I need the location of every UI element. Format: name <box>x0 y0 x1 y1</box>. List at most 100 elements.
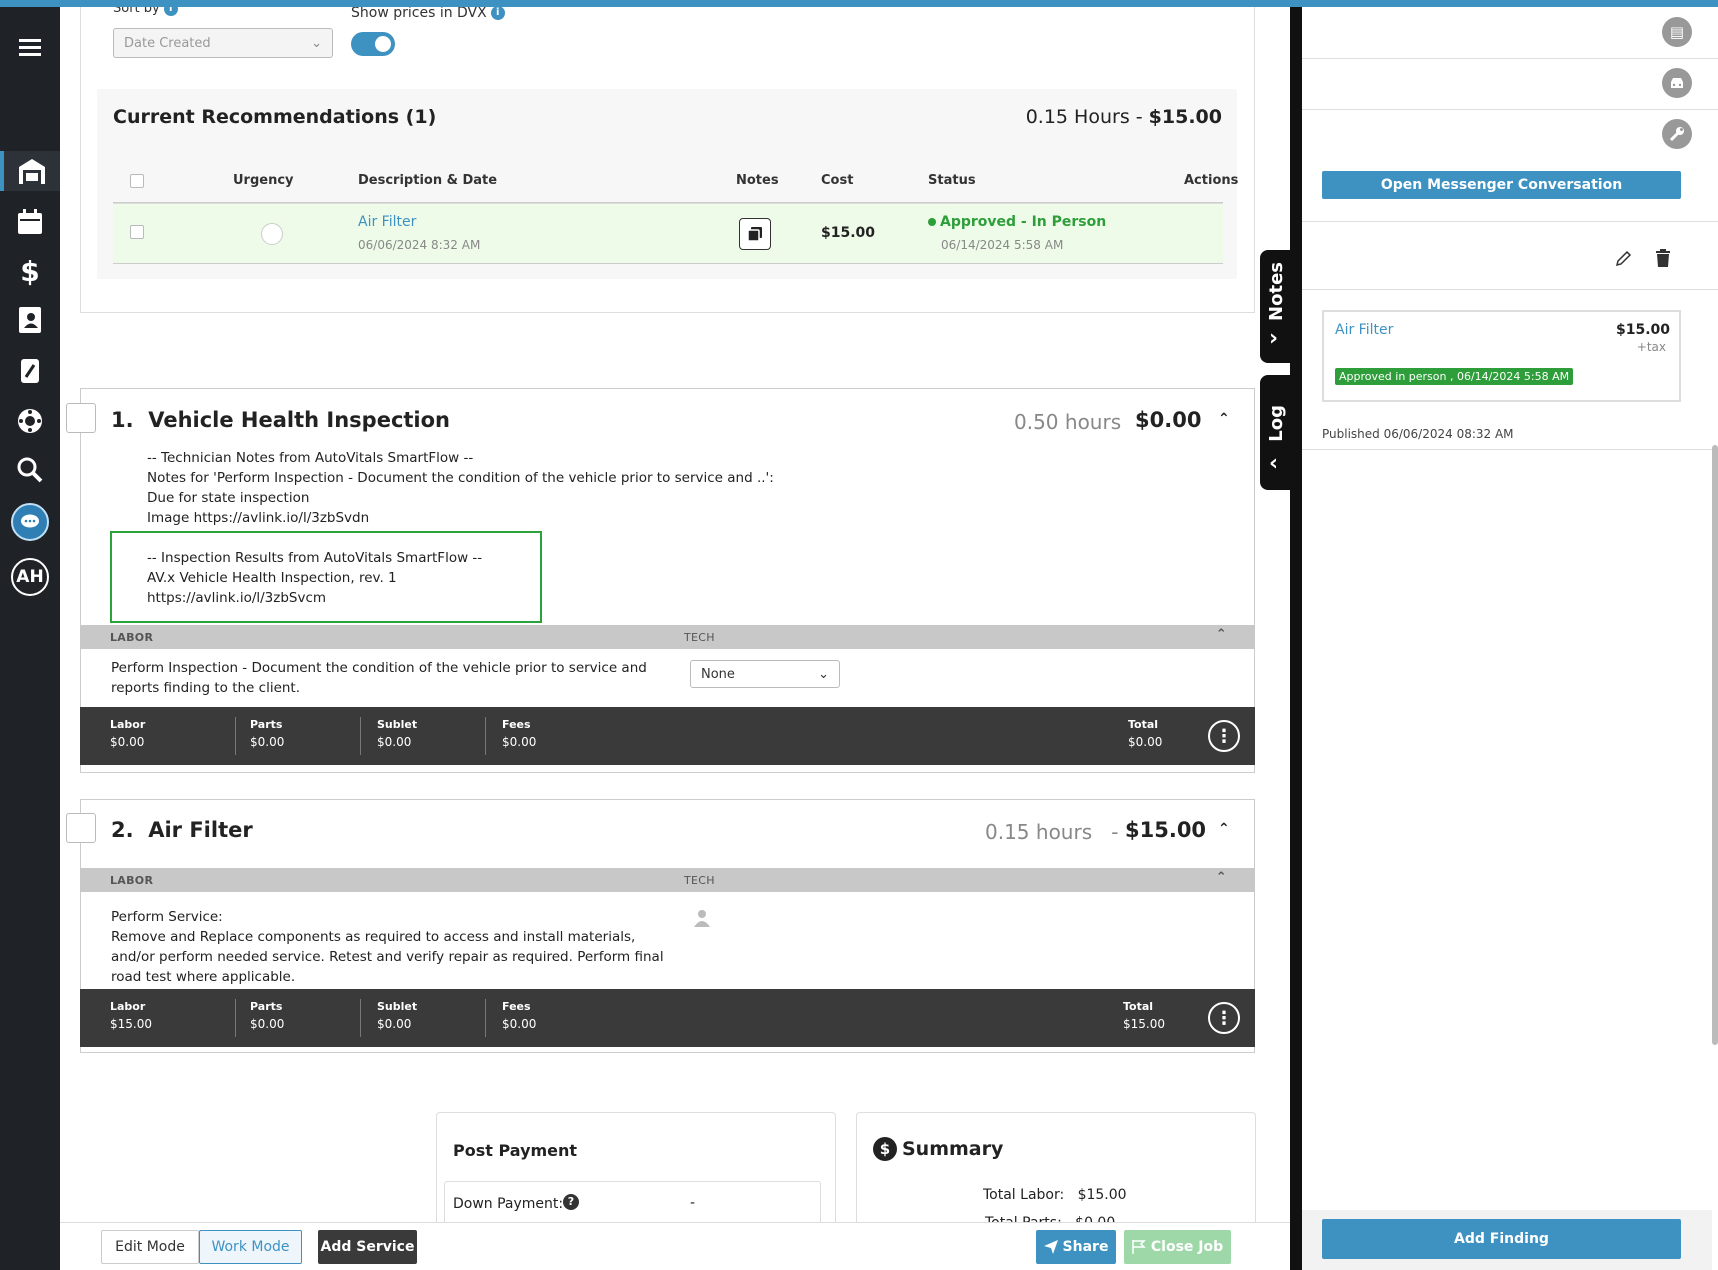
sort-by-value: Date Created <box>124 35 211 51</box>
recommendation-date: 06/06/2024 8:32 AM <box>358 238 481 252</box>
technician-notes: -- Technician Notes from AutoVitals Smar… <box>147 450 774 526</box>
wrench-icon[interactable] <box>1662 119 1692 149</box>
post-payment-title: Post Payment <box>453 1141 578 1160</box>
more-options-icon[interactable]: ⋮ <box>1208 1002 1240 1034</box>
status-date: 06/14/2024 5:58 AM <box>941 238 1064 252</box>
log-tab[interactable]: Log ‹ <box>1260 375 1292 490</box>
add-service-button[interactable]: Add Service <box>318 1230 417 1264</box>
tools-icon[interactable] <box>0 351 60 391</box>
finding-tax: +tax <box>1636 340 1666 354</box>
collapse-labor-icon[interactable]: ⌃ <box>1216 870 1227 885</box>
labor-header: LABOR TECH ⌃ <box>80 868 1255 892</box>
published-date: Published 06/06/2024 08:32 AM <box>1322 427 1514 441</box>
chat-icon <box>11 503 49 541</box>
collapse-labor-icon[interactable]: ⌃ <box>1216 627 1227 642</box>
calendar-icon[interactable] <box>0 202 60 242</box>
dvx-label: Show prices in DVX i <box>351 7 505 21</box>
trash-icon[interactable] <box>1655 249 1671 271</box>
garage-icon[interactable] <box>0 151 60 191</box>
service-2-checkbox[interactable] <box>66 813 96 843</box>
table-row: Air Filter 06/06/2024 8:32 AM $15.00 App… <box>113 203 1223 264</box>
help-icon[interactable]: ? <box>563 1194 579 1210</box>
sort-by-label: Sort by i <box>113 7 178 16</box>
col-urgency: Urgency <box>233 173 294 188</box>
labor-description: Perform Inspection - Document the condit… <box>111 660 647 696</box>
col-notes: Notes <box>736 173 779 188</box>
col-actions: Actions <box>1184 173 1239 188</box>
recommendations-table-header: Urgency Description & Date Notes Cost St… <box>113 155 1238 203</box>
service-1-amount: $0.00 <box>1135 408 1202 432</box>
tech-select[interactable]: None ⌄ <box>690 660 840 688</box>
share-button[interactable]: Share <box>1036 1230 1116 1264</box>
inspection-results-box: -- Inspection Results from AutoVitals Sm… <box>110 531 542 623</box>
divider <box>1302 109 1718 110</box>
finding-price: $15.00 <box>1615 322 1670 338</box>
row-checkbox[interactable] <box>130 225 144 239</box>
sort-by-select[interactable]: Date Created ⌄ <box>113 28 333 58</box>
top-accent-bar <box>0 0 1718 7</box>
chevron-up-icon[interactable]: ⌃ <box>1218 821 1230 837</box>
divider <box>1302 449 1718 450</box>
info-icon: i <box>163 7 178 16</box>
flag-icon <box>1132 1240 1146 1254</box>
notes-tab[interactable]: Notes › <box>1260 250 1292 363</box>
edit-mode-button[interactable]: Edit Mode <box>101 1230 199 1264</box>
avatar: AH <box>11 558 49 596</box>
divider <box>1302 58 1718 59</box>
col-status: Status <box>928 173 976 188</box>
chevron-left-icon: ‹ <box>1269 451 1279 476</box>
paper-plane-icon <box>1043 1240 1058 1254</box>
service-1-checkbox[interactable] <box>66 403 96 433</box>
service-2-amount: $15.00 <box>1125 818 1207 842</box>
select-all-checkbox[interactable] <box>130 174 144 188</box>
add-finding-button[interactable]: Add Finding <box>1322 1219 1681 1259</box>
recommendations-summary: 0.15 Hours - $15.00 <box>1025 106 1222 128</box>
summary-heading: $ Summary <box>873 1137 1003 1161</box>
notes-button[interactable] <box>739 218 771 250</box>
scrollbar[interactable] <box>1712 445 1718 1045</box>
search-icon[interactable] <box>0 450 60 490</box>
service-1-title: 1. Vehicle Health Inspection <box>111 408 451 432</box>
more-options-icon[interactable]: ⋮ <box>1208 720 1240 752</box>
down-payment-label: Down Payment: <box>453 1196 564 1212</box>
status-badge: Approved - In Person <box>928 214 1106 230</box>
chevron-down-icon: ⌄ <box>818 666 829 682</box>
recommendations-title: Current Recommendations (1) <box>113 106 437 128</box>
divider <box>1302 221 1718 222</box>
recommendation-name-link[interactable]: Air Filter <box>358 214 416 230</box>
contact-card-icon[interactable]: ▤ <box>1662 17 1692 47</box>
contacts-icon[interactable] <box>0 300 60 340</box>
finding-name-link[interactable]: Air Filter <box>1335 322 1393 338</box>
edit-pencil-icon[interactable] <box>1615 249 1633 271</box>
labor-description: Perform Service: Remove and Replace comp… <box>111 909 664 985</box>
bottom-action-bar: Edit Mode Work Mode Add Service Share Cl… <box>60 1222 1290 1270</box>
recommendation-cost: $15.00 <box>821 225 876 241</box>
work-mode-button[interactable]: Work Mode <box>199 1230 302 1264</box>
dollar-circle-icon: $ <box>873 1137 897 1161</box>
service-1-totals: Labor $0.00 Parts $0.00 Sublet $0.00 Fees $0… <box>80 707 1255 765</box>
hamburger-menu-icon[interactable] <box>0 27 60 67</box>
status-dot-icon <box>928 218 936 226</box>
dollar-icon[interactable]: $ <box>0 251 60 291</box>
tech-person-icon[interactable] <box>694 909 710 931</box>
dvx-toggle[interactable] <box>351 32 395 56</box>
service-2-title: 2. Air Filter <box>111 818 253 842</box>
chevron-right-icon: › <box>1269 326 1279 351</box>
chevron-down-icon: ⌄ <box>311 35 322 51</box>
service-1-hours: 0.50 hours <box>1014 410 1122 434</box>
info-icon: i <box>490 7 505 20</box>
finding-card[interactable]: Air Filter $15.00 +tax Approved in perso… <box>1322 310 1681 402</box>
right-panel: ▤ Open Messenger Conversation Air Filter… <box>1290 7 1718 1270</box>
service-2-hours: 0.15 hours - <box>985 820 1119 844</box>
chevron-up-icon[interactable]: ⌃ <box>1218 411 1230 427</box>
urgency-indicator[interactable] <box>261 223 283 245</box>
summary-total-labor: Total Labor: $15.00 <box>983 1187 1127 1203</box>
messenger-nav-item[interactable] <box>0 502 60 542</box>
close-job-button[interactable]: Close Job <box>1124 1230 1231 1264</box>
user-avatar-button[interactable]: AH <box>0 557 60 597</box>
tire-icon[interactable] <box>0 401 60 441</box>
notes-icon <box>747 227 762 242</box>
open-messenger-button[interactable]: Open Messenger Conversation <box>1322 171 1681 199</box>
car-icon[interactable] <box>1662 68 1692 98</box>
service-2-totals: Labor $15.00 Parts $0.00 Sublet $0.00 Fees $… <box>80 989 1255 1047</box>
